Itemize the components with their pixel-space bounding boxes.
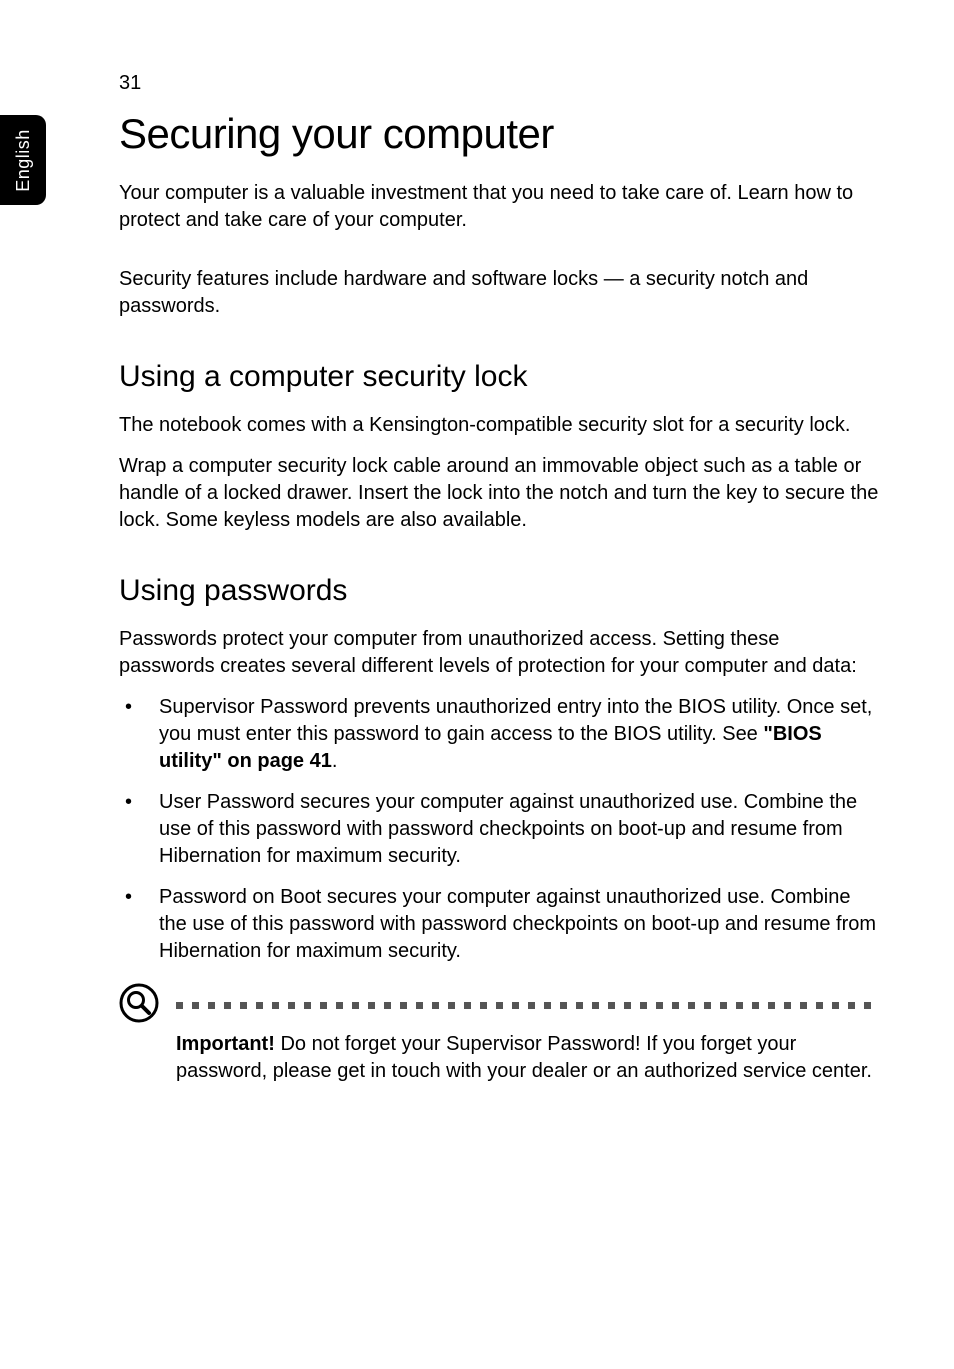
bullet1-text-b: . (332, 750, 338, 772)
note-body: Do not forget your Supervisor Password! … (176, 1033, 872, 1082)
page-body: Securing your computer Your computer is … (119, 110, 879, 1099)
lock-paragraph-2: Wrap a computer security lock cable arou… (119, 453, 879, 534)
note-label: Important! (176, 1033, 275, 1055)
magnifier-icon (119, 983, 159, 1023)
section-heading-lock: Using a computer security lock (119, 360, 879, 394)
language-tab-label: English (13, 129, 34, 192)
passwords-list: Supervisor Password prevents unauthorize… (119, 694, 879, 965)
intro-paragraph-2: Security features include hardware and s… (119, 266, 879, 320)
lock-paragraph-1: The notebook comes with a Kensington-com… (119, 412, 879, 439)
page-number: 31 (119, 72, 141, 95)
important-note: Important! Do not forget your Supervisor… (119, 987, 879, 1085)
list-item: Password on Boot secures your computer a… (119, 884, 879, 965)
intro-paragraph-1: Your computer is a valuable investment t… (119, 180, 879, 234)
language-tab: English (0, 115, 46, 205)
section-heading-passwords: Using passwords (119, 574, 879, 608)
list-item: Supervisor Password prevents unauthorize… (119, 694, 879, 775)
note-paragraph: Important! Do not forget your Supervisor… (119, 1031, 879, 1085)
page-title: Securing your computer (119, 110, 879, 158)
dotted-rule (119, 987, 879, 1023)
passwords-intro: Passwords protect your computer from una… (119, 626, 879, 680)
list-item: User Password secures your computer agai… (119, 789, 879, 870)
